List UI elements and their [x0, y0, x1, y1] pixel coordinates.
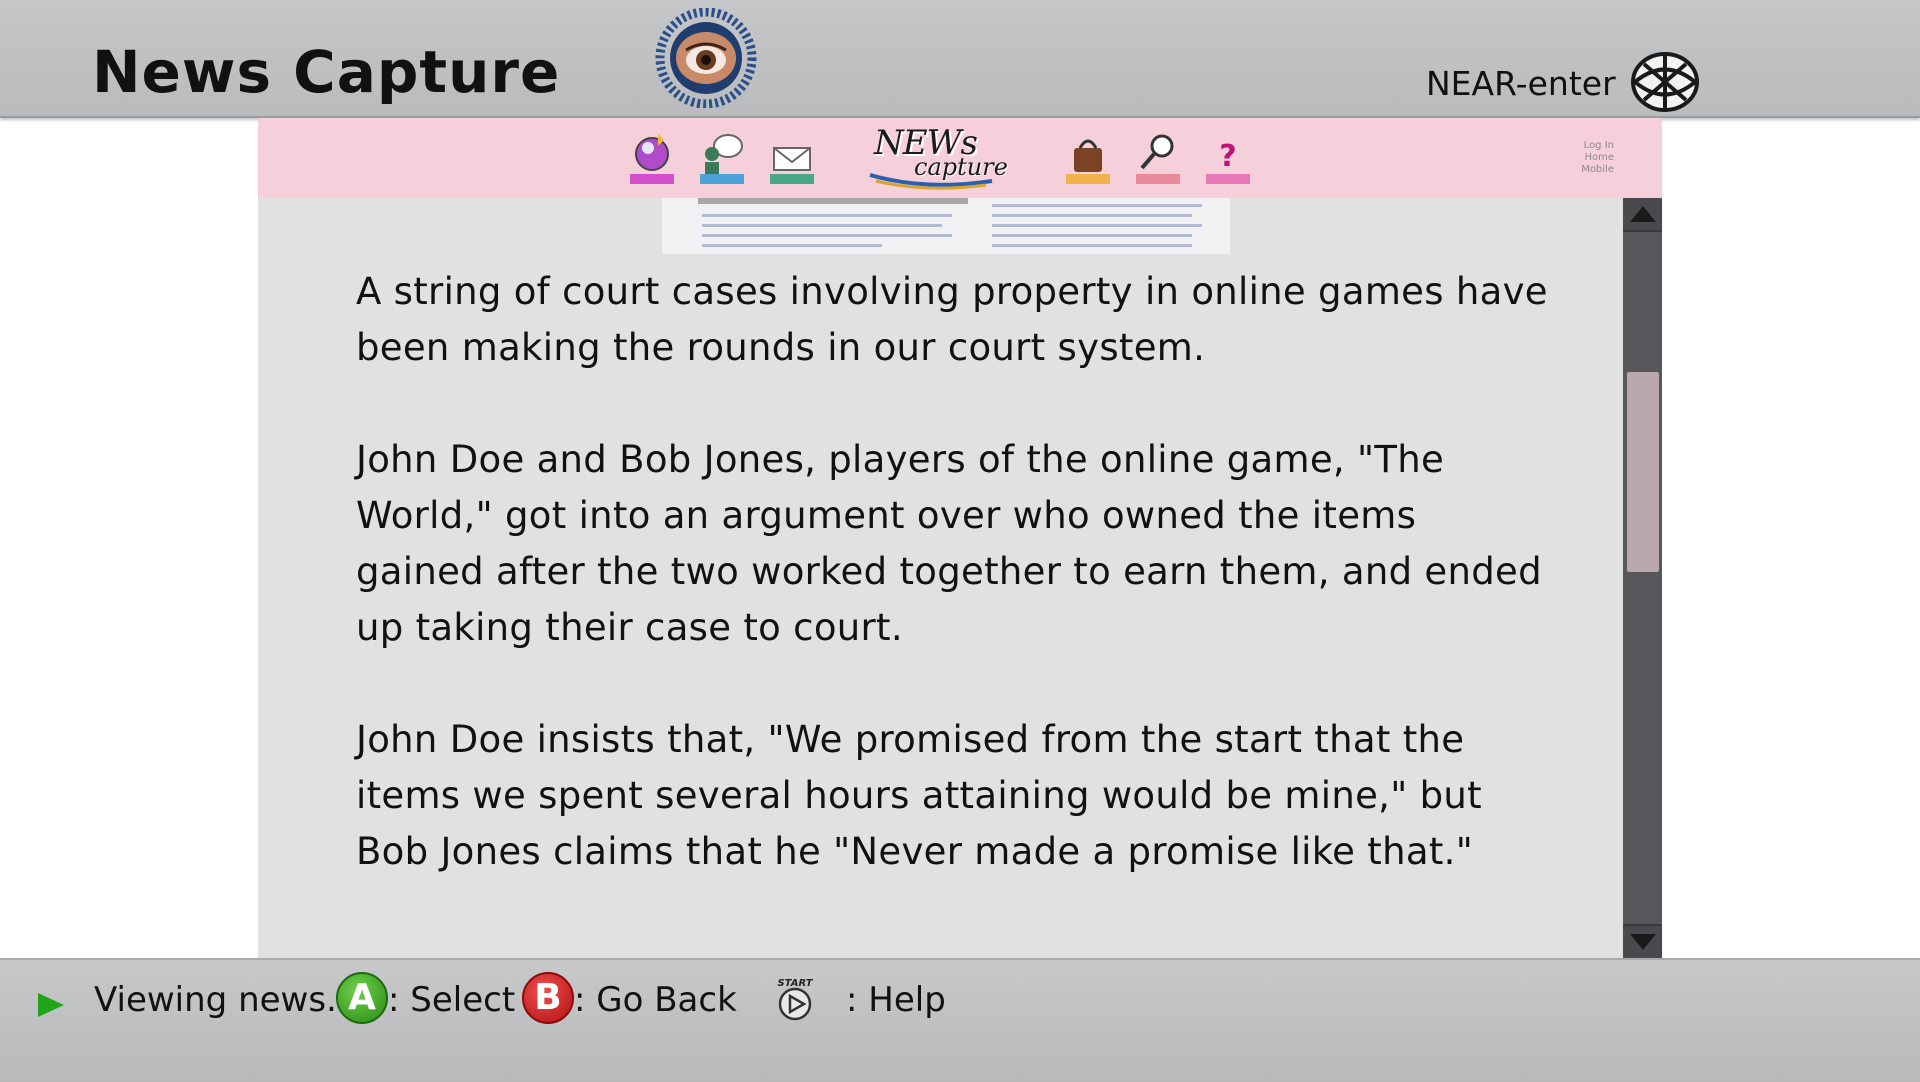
home-link[interactable]: Home	[1581, 152, 1614, 164]
login-link[interactable]: Log In	[1581, 140, 1614, 152]
article-paragraph: A string of court cases involving proper…	[356, 270, 1548, 369]
eye-emblem-icon	[655, 8, 757, 108]
top-header: News Capture NEAR-enter	[0, 0, 1920, 118]
triangle-up-icon	[1629, 206, 1656, 222]
site-navbar: NEWs capture ? Log In Home Mobile	[258, 118, 1662, 198]
article-paragraph: John Doe insists that, "We promised from…	[356, 718, 1482, 873]
svg-text:START: START	[777, 978, 813, 989]
scroll-down-button[interactable]	[1623, 924, 1662, 958]
mobile-link[interactable]: Mobile	[1581, 164, 1614, 176]
logo-swoosh-icon	[869, 173, 993, 190]
network-label: NEAR-enter	[1426, 64, 1616, 103]
article-viewport[interactable]: A string of court cases involving proper…	[258, 198, 1623, 958]
side-links: Log In Home Mobile	[1581, 140, 1614, 176]
newspaper-clipping-image	[662, 198, 1230, 254]
search-icon[interactable]	[1134, 130, 1182, 188]
article-paragraph: John Doe and Bob Jones, players of the o…	[356, 438, 1542, 649]
svg-text:?: ?	[1219, 139, 1236, 174]
start-button-icon[interactable]: START	[774, 976, 816, 1022]
shop-bag-icon[interactable]	[1064, 130, 1112, 188]
scroll-thumb[interactable]	[1627, 372, 1659, 572]
mail-icon[interactable]	[768, 130, 816, 188]
a-button-icon[interactable]: A	[336, 972, 388, 1024]
help-icon[interactable]: ?	[1204, 130, 1252, 188]
chat-icon[interactable]	[698, 130, 746, 188]
b-button-icon[interactable]: B	[522, 972, 574, 1024]
site-logo[interactable]: NEWs capture	[866, 123, 1008, 193]
article-body: A string of court cases involving proper…	[356, 264, 1556, 936]
globe-icon[interactable]	[1630, 52, 1700, 112]
vertical-scrollbar[interactable]	[1623, 198, 1662, 958]
go-back-hint: : Go Back	[574, 980, 737, 1020]
globe-nav-icon[interactable]	[628, 130, 676, 188]
status-text: Viewing news.	[94, 980, 337, 1020]
triangle-down-icon	[1629, 934, 1656, 950]
scroll-up-button[interactable]	[1623, 198, 1662, 232]
bottom-status-bar: Viewing news. A : Select B : Go Back STA…	[0, 958, 1920, 1082]
help-hint: : Help	[846, 980, 946, 1020]
select-hint: : Select	[388, 980, 516, 1020]
play-arrow-icon	[38, 993, 64, 1017]
app-title: News Capture	[92, 38, 561, 106]
browser-window: NEWs capture ? Log In Home Mobile A stri…	[258, 118, 1662, 958]
